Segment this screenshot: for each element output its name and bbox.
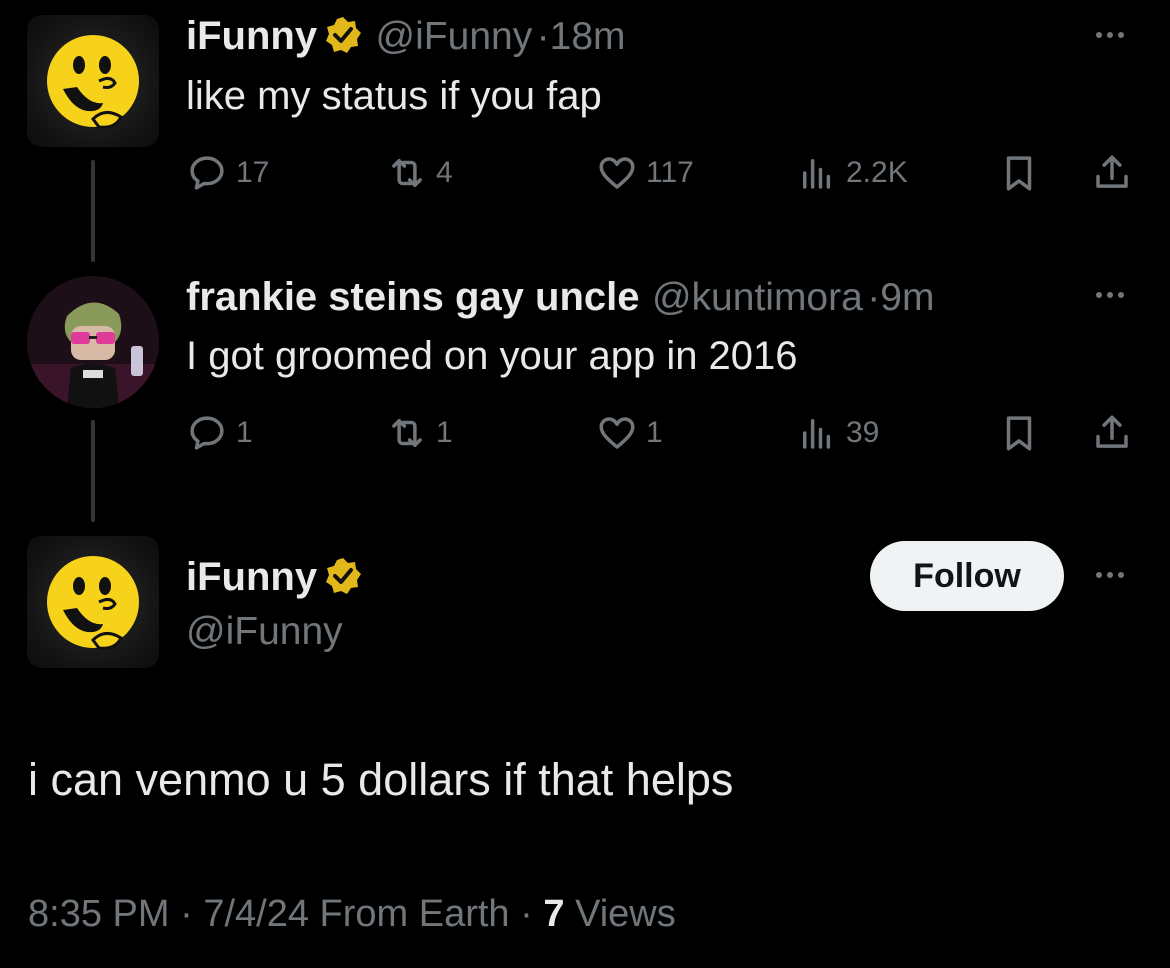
views-icon	[796, 152, 838, 194]
views-count: 39	[846, 416, 880, 449]
like-count: 117	[646, 156, 694, 189]
repost-count: 4	[436, 156, 453, 189]
avatar-kuntimora[interactable]	[27, 276, 159, 408]
repost-button[interactable]: 4	[386, 152, 453, 194]
follow-button[interactable]: Follow	[870, 541, 1064, 611]
share-icon[interactable]	[1091, 152, 1133, 199]
tweet-time[interactable]: 8:35 PM	[28, 893, 170, 935]
like-icon	[596, 152, 638, 194]
share-icon[interactable]	[1091, 412, 1133, 459]
author-handle[interactable]: @iFunny	[186, 610, 343, 654]
repost-button[interactable]: 1	[386, 412, 453, 454]
tweet-2-actions: 1 1 1 39	[186, 412, 1136, 456]
author-name[interactable]: iFunny	[186, 14, 317, 58]
separator: ·	[867, 276, 881, 319]
tweet-time[interactable]: 9m	[880, 276, 934, 319]
tweet-location: From Earth	[319, 893, 510, 935]
ifunny-logo-icon	[47, 35, 139, 129]
verified-badge-icon	[323, 556, 363, 601]
main-tweet-text: i can venmo u 5 dollars if that helps	[28, 754, 734, 805]
thread-line	[91, 160, 95, 262]
reply-icon	[186, 152, 228, 194]
like-button[interactable]: 1	[596, 412, 663, 454]
tweet-text: I got groomed on your app in 2016	[186, 334, 798, 378]
author-name[interactable]: iFunny	[186, 555, 317, 599]
author-name[interactable]: frankie steins gay uncle	[186, 275, 640, 319]
views-button[interactable]: 39	[796, 412, 879, 454]
verified-badge-icon	[323, 15, 363, 60]
bookmark-icon[interactable]	[998, 152, 1040, 199]
like-count: 1	[646, 416, 663, 449]
tweet-meta: 8:35 PM · 7/4/24 From Earth · 7 Views	[28, 893, 676, 936]
more-icon[interactable]	[1096, 32, 1124, 38]
ifunny-logo-icon	[47, 556, 139, 650]
views-button[interactable]: 2.2K	[796, 152, 908, 194]
avatar-image	[27, 276, 159, 408]
separator: ·	[520, 893, 533, 935]
thread-line	[91, 420, 95, 522]
author-handle[interactable]: @iFunny	[376, 15, 533, 58]
tweet-1-header: iFunny @iFunny ·18m	[186, 14, 626, 60]
reply-button[interactable]: 17	[186, 152, 269, 194]
separator: ·	[180, 893, 193, 935]
more-icon[interactable]	[1096, 572, 1124, 578]
tweet-time[interactable]: 18m	[550, 15, 626, 58]
repost-count: 1	[436, 416, 453, 449]
reply-button[interactable]: 1	[186, 412, 253, 454]
views-icon	[796, 412, 838, 454]
tweet-2-header: frankie steins gay uncle @kuntimora ·9m	[186, 275, 934, 320]
like-icon	[596, 412, 638, 454]
main-tweet-author: iFunny	[186, 555, 363, 601]
reply-count: 17	[236, 156, 270, 189]
repost-icon	[386, 152, 428, 194]
reply-count: 1	[236, 416, 253, 449]
views-count: 2.2K	[846, 156, 908, 189]
like-button[interactable]: 117	[596, 152, 694, 194]
repost-icon	[386, 412, 428, 454]
views-count: 7	[543, 893, 565, 935]
avatar-ifunny[interactable]	[27, 536, 159, 668]
views-label: Views	[575, 893, 676, 935]
bookmark-icon[interactable]	[998, 412, 1040, 459]
reply-icon	[186, 412, 228, 454]
more-icon[interactable]	[1096, 292, 1124, 298]
separator: ·	[536, 15, 550, 58]
avatar-ifunny[interactable]	[27, 15, 159, 147]
tweet-text: like my status if you fap	[186, 74, 602, 118]
tweet-date[interactable]: 7/4/24	[203, 893, 309, 935]
tweet-1-actions: 17 4 117 2.2K	[186, 152, 1136, 196]
author-handle[interactable]: @kuntimora	[652, 276, 863, 319]
